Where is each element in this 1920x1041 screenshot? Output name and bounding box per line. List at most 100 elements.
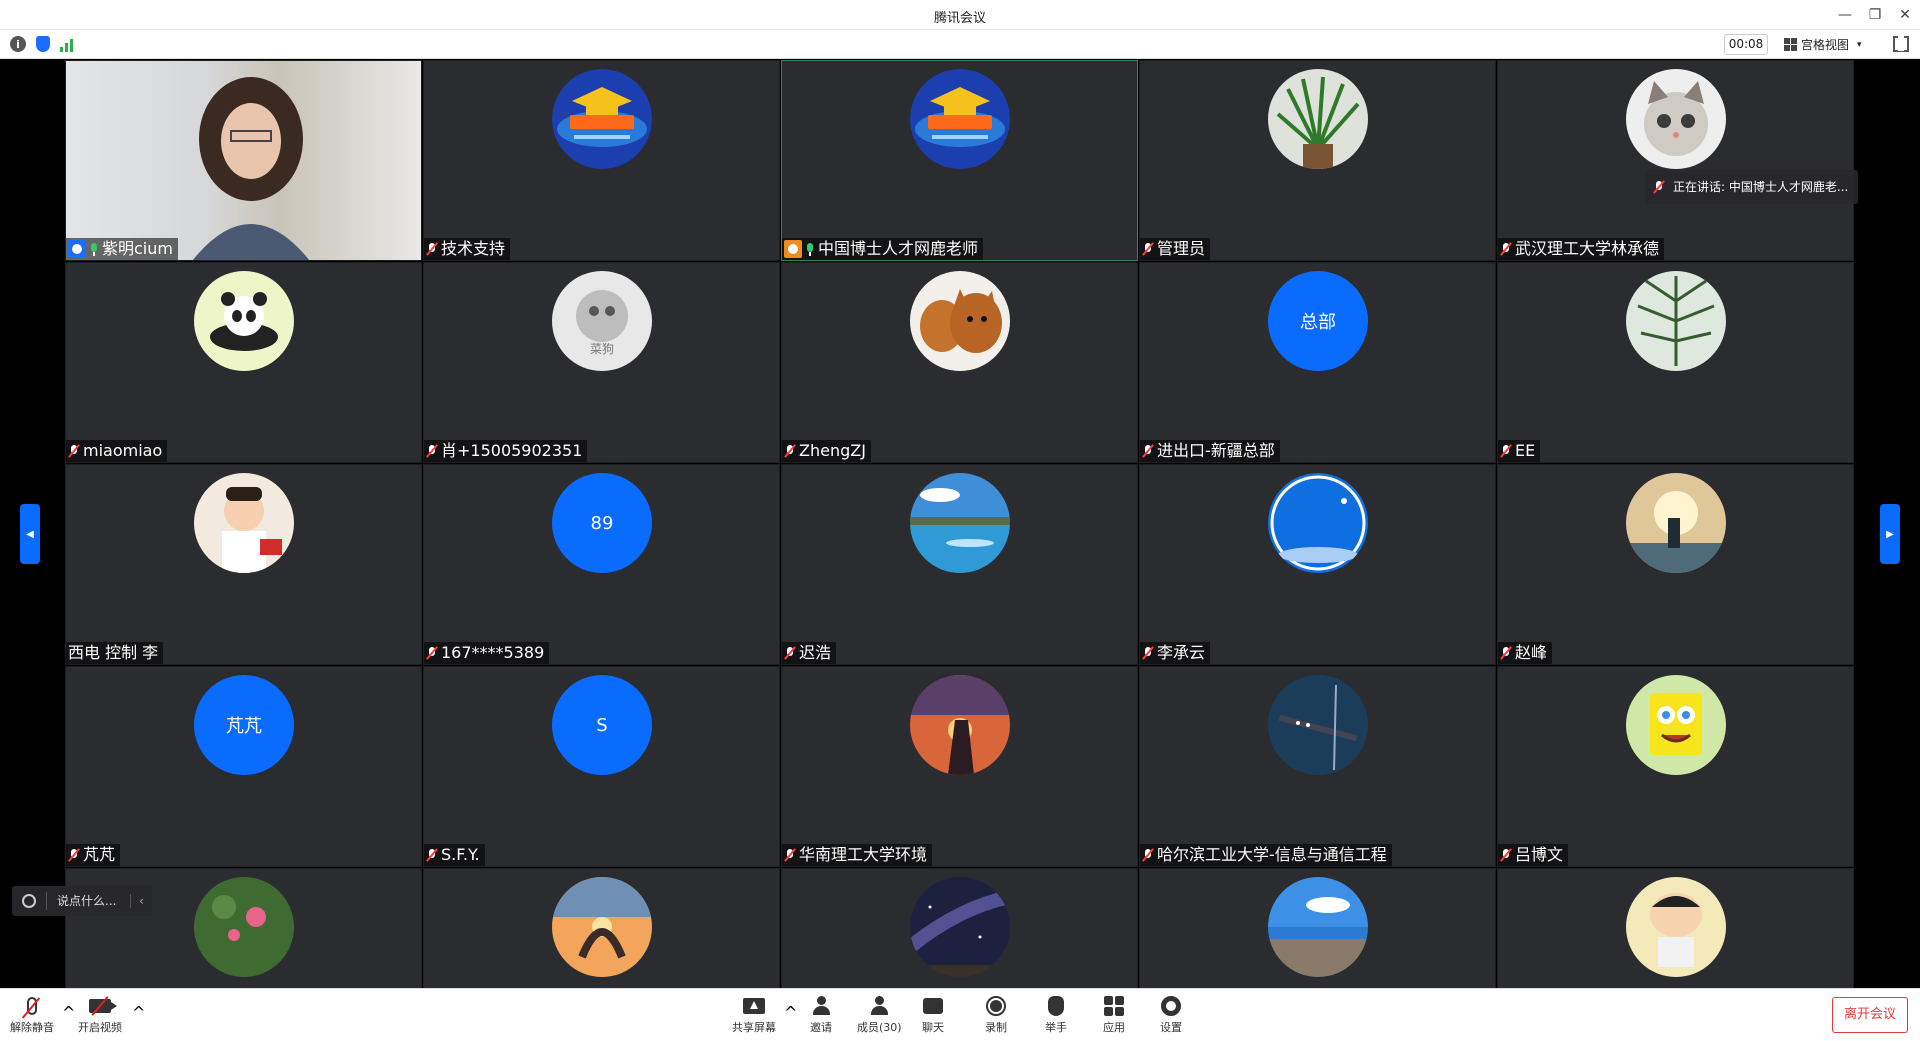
chat-button[interactable]: 聊天: [922, 993, 944, 1035]
participant-name: 迟浩: [799, 643, 832, 662]
participant-tile[interactable]: 芃芃 芃芃: [65, 666, 422, 867]
avatar: [1626, 877, 1726, 977]
name-tag: 肖+15005902351: [424, 440, 588, 462]
participant-name: 中国博士人才网鹿老师: [818, 239, 979, 258]
participant-name: 赵峰: [1515, 643, 1548, 662]
participant-tile[interactable]: miaomiao: [65, 262, 422, 463]
mic-muted-icon: [68, 848, 80, 862]
participant-name: ZhengZJ: [799, 441, 866, 460]
participant-name: 哈尔滨工业大学-信息与通信工程: [1157, 845, 1387, 864]
name-tag: 进出口-新疆总部: [1140, 440, 1280, 462]
share-screen-button[interactable]: 共享屏幕: [732, 993, 776, 1035]
avatar: 芃芃: [194, 675, 294, 775]
settings-button[interactable]: 设置: [1160, 993, 1182, 1035]
avatar: [910, 877, 1010, 977]
fullscreen-icon[interactable]: [1893, 35, 1909, 52]
participant-name: miaomiao: [83, 441, 163, 460]
bottom-toolbar: 解除静音 ^ 开启视频 ^ 共享屏幕 ^ 邀请 成员(30) 聊天 录制 举手 …: [0, 988, 1920, 1041]
chat-input[interactable]: 说点什么...: [46, 892, 130, 910]
participant-tile[interactable]: 中国博士人才网鹿老师: [781, 60, 1138, 261]
participant-tile[interactable]: ZhengZJ: [781, 262, 1138, 463]
name-tag: 李承云: [1140, 642, 1211, 664]
speaking-indicator: 正在讲话: 中国博士人才网鹿老...: [1645, 170, 1859, 204]
audio-options-caret[interactable]: ^: [62, 1003, 75, 1022]
close-button[interactable]: ✕: [1890, 0, 1920, 30]
leave-meeting-button[interactable]: 离开会议: [1832, 997, 1908, 1033]
participant-tile[interactable]: 华南理工大学环境: [781, 666, 1138, 867]
avatar: 总部: [1268, 271, 1368, 371]
camera-off-icon: [89, 999, 117, 1013]
chat-label: 聊天: [922, 1021, 944, 1034]
security-shield-icon[interactable]: [36, 36, 50, 52]
participant-name: 武汉理工大学林承德: [1515, 239, 1660, 258]
participant-tile[interactable]: 武汉理工大学林承德: [1497, 60, 1854, 261]
avatar: [1268, 675, 1368, 775]
chat-icon: [923, 998, 943, 1014]
participant-tile[interactable]: S S.F.Y.: [423, 666, 780, 867]
participant-tile[interactable]: 菜狗 肖+15005902351: [423, 262, 780, 463]
participant-name: 芃芃: [83, 845, 116, 864]
mic-muted-icon: [426, 848, 438, 862]
avatar: [552, 69, 652, 169]
emoji-icon[interactable]: [12, 894, 46, 908]
next-page-button[interactable]: ▶: [1880, 504, 1900, 564]
participant-name: 肖+15005902351: [441, 441, 583, 460]
participant-name: 技术支持: [441, 239, 506, 258]
participant-tile[interactable]: 迟浩: [781, 464, 1138, 665]
title-bar: 腾讯会议 — ❐ ✕: [0, 0, 1920, 30]
view-mode-label: 宫格视图: [1801, 38, 1850, 52]
mic-muted-icon: [1142, 646, 1154, 660]
signal-icon[interactable]: [60, 36, 76, 52]
participant-tile[interactable]: 紫明cium: [65, 60, 422, 261]
participant-tile[interactable]: [1139, 868, 1496, 988]
mic-muted-icon: [1142, 242, 1154, 256]
members-button[interactable]: 成员(30): [857, 993, 902, 1035]
apps-button[interactable]: 应用: [1103, 993, 1125, 1035]
collapse-chat-icon[interactable]: ‹: [130, 894, 152, 908]
start-video-button[interactable]: 开启视频: [78, 993, 122, 1035]
invite-button[interactable]: 邀请: [810, 993, 832, 1035]
participant-tile[interactable]: 技术支持: [423, 60, 780, 261]
participant-tile[interactable]: 89 167****5389: [423, 464, 780, 665]
window-title: 腾讯会议: [933, 11, 986, 26]
mic-muted-icon: [68, 444, 80, 458]
video-options-caret[interactable]: ^: [132, 1003, 145, 1022]
chat-input-bar[interactable]: 说点什么... ‹: [12, 886, 152, 916]
avatar: [1626, 69, 1726, 169]
speaking-label: 正在讲话: 中国博士人才网鹿老...: [1673, 180, 1849, 194]
video-stage: 紫明cium 技术支持 中国博士人才网鹿老师 管理员 武汉理工大学林承德 miaomiao…: [0, 60, 1920, 988]
mic-active-icon: [805, 242, 815, 256]
participant-tile[interactable]: 吕博文: [1497, 666, 1854, 867]
share-options-caret[interactable]: ^: [784, 1003, 797, 1022]
apps-icon: [1104, 996, 1124, 1016]
participant-tile[interactable]: 总部进出口-新疆总部: [1139, 262, 1496, 463]
participant-tile[interactable]: 哈尔滨工业大学-信息与通信工程: [1139, 666, 1496, 867]
raise-hand-button[interactable]: 举手: [1045, 993, 1067, 1035]
cohost-icon: [784, 240, 802, 258]
name-tag: 吕博文: [1498, 844, 1569, 866]
unmute-button[interactable]: 解除静音: [10, 993, 54, 1035]
mic-muted-icon: [784, 646, 796, 660]
avatar: [194, 473, 294, 573]
name-tag: 西电 控制 李: [66, 642, 164, 664]
participant-tile[interactable]: 管理员: [1139, 60, 1496, 261]
participant-name: 管理员: [1157, 239, 1206, 258]
prev-page-button[interactable]: ◀: [20, 504, 40, 564]
restore-button[interactable]: ❐: [1860, 0, 1890, 30]
share-screen-label: 共享屏幕: [732, 1021, 776, 1034]
participant-tile[interactable]: 李承云: [1139, 464, 1496, 665]
info-icon[interactable]: i: [10, 36, 26, 52]
minimize-button[interactable]: —: [1830, 0, 1860, 30]
participant-tile[interactable]: 西电 控制 李: [65, 464, 422, 665]
avatar: [910, 675, 1010, 775]
participant-tile[interactable]: 赵峰: [1497, 464, 1854, 665]
record-button[interactable]: 录制: [985, 993, 1007, 1035]
participant-tile[interactable]: [1497, 868, 1854, 988]
participant-tile[interactable]: [423, 868, 780, 988]
view-mode-dropdown[interactable]: 宫格视图 ▾: [1784, 34, 1862, 55]
participant-tile[interactable]: [781, 868, 1138, 988]
participant-name: EE: [1515, 441, 1536, 460]
participant-video: [66, 61, 421, 260]
participant-tile[interactable]: EE: [1497, 262, 1854, 463]
name-tag: 芃芃: [66, 844, 121, 866]
